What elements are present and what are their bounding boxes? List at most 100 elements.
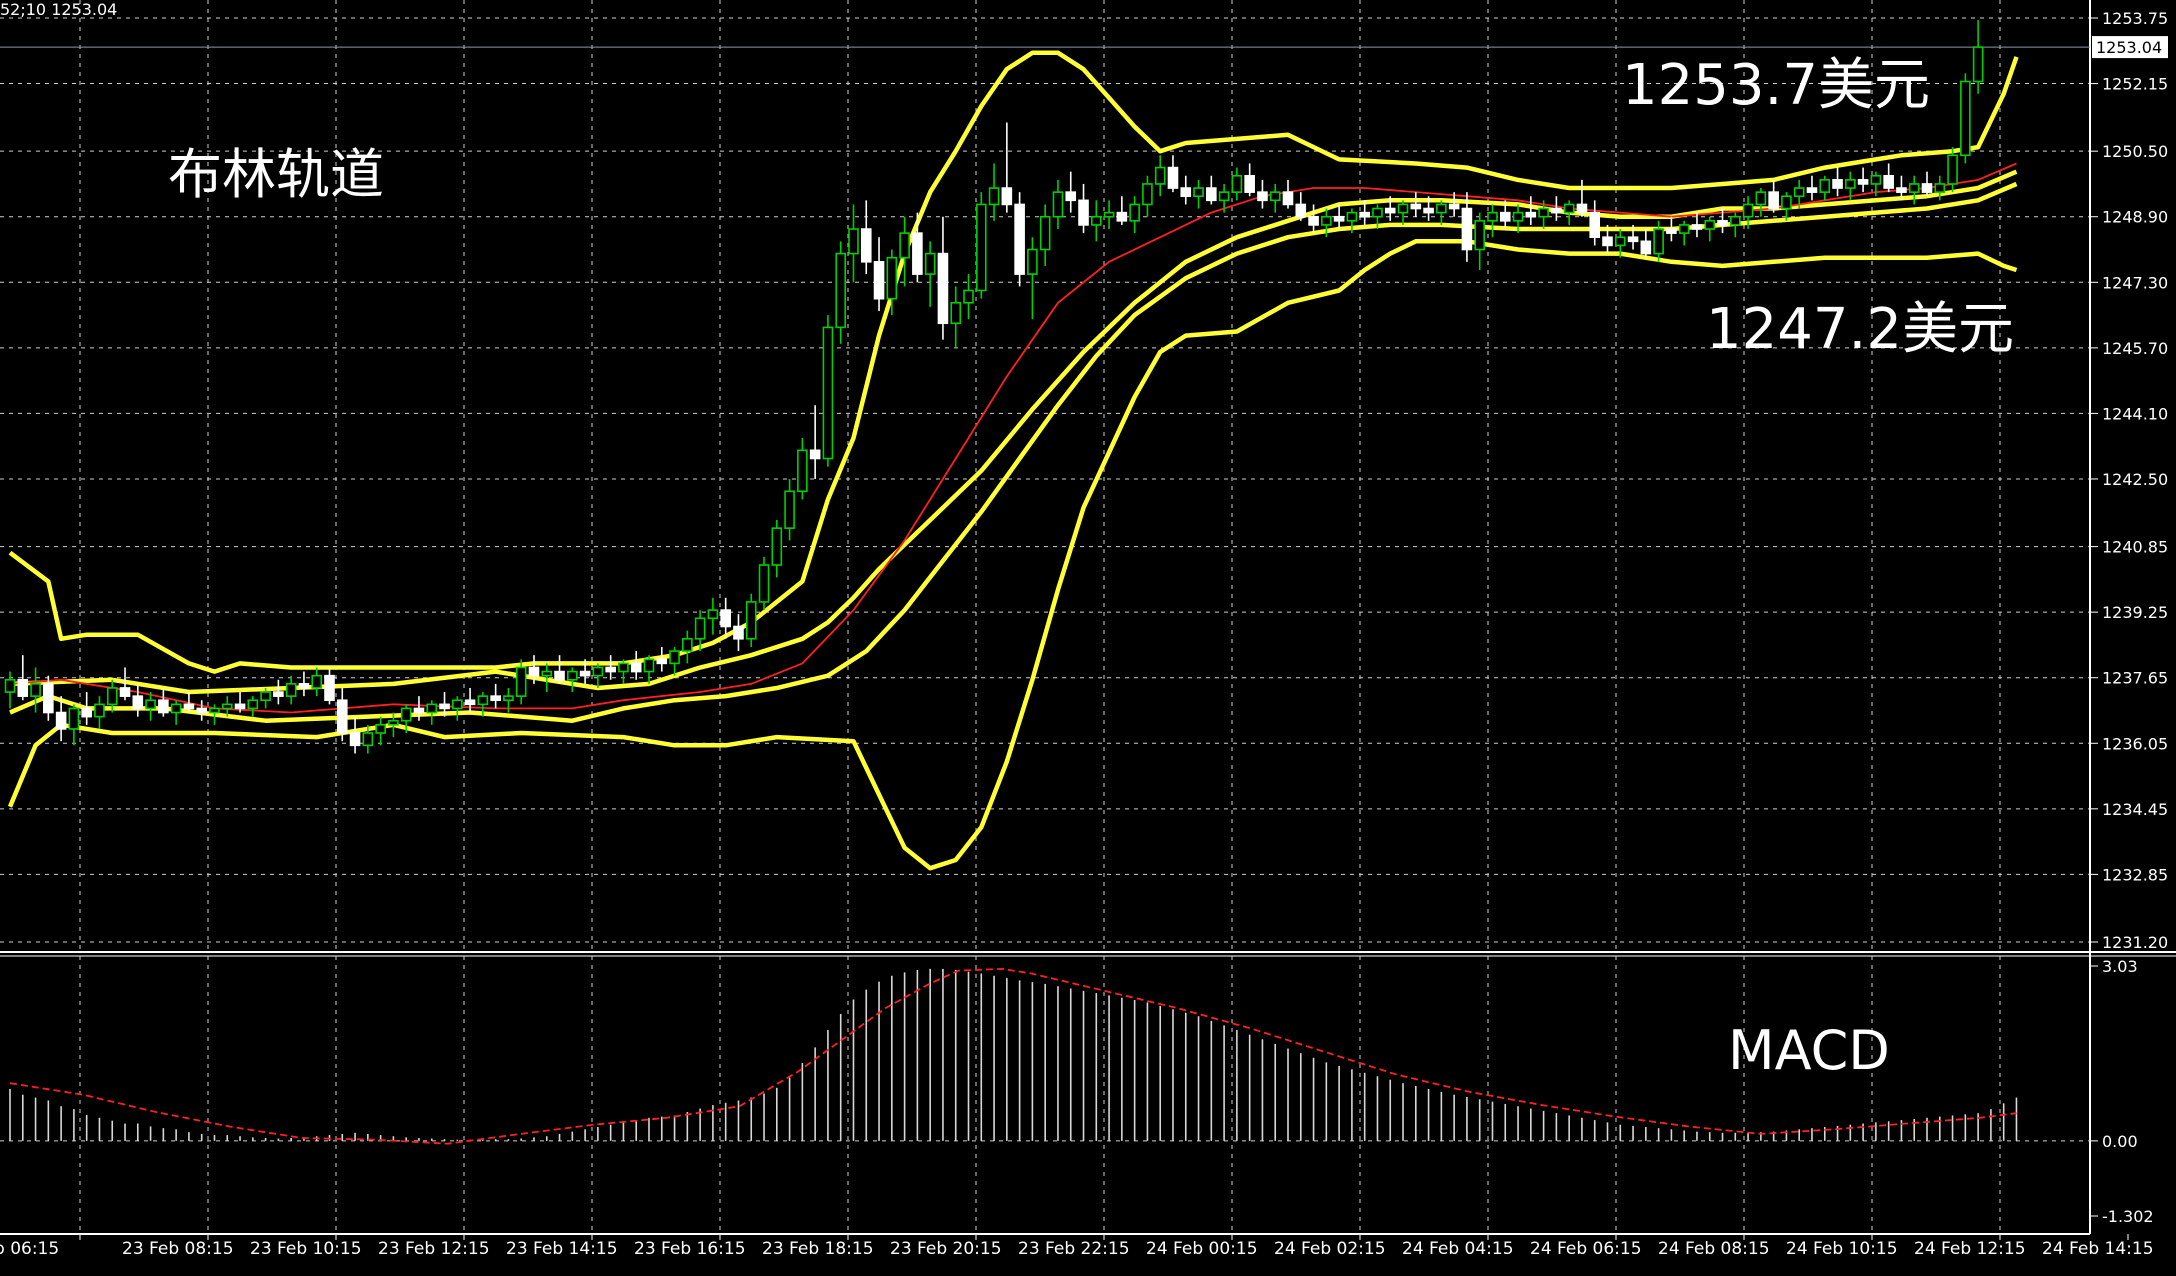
candle-body	[528, 666, 540, 677]
candle-body	[94, 703, 105, 718]
candle-body	[1512, 211, 1524, 222]
candle-body	[375, 724, 386, 734]
price-tick-label: 1248.90	[2102, 208, 2168, 227]
time-tick-label: 23 Feb 18:15	[762, 1239, 874, 1259]
price-tick-label: 1237.65	[2102, 669, 2168, 688]
candle-body	[694, 617, 706, 640]
candle-body	[388, 719, 399, 726]
candle-body	[1052, 191, 1064, 218]
candle-body	[1640, 240, 1652, 255]
candle-body	[324, 674, 335, 702]
candle-body	[988, 187, 1000, 206]
candle-body	[745, 601, 757, 640]
candle-body	[682, 637, 693, 652]
candle-body	[1001, 187, 1013, 206]
candle-body	[630, 662, 642, 673]
candle-body	[1193, 187, 1204, 198]
price-tick-label: 1245.70	[2102, 339, 2168, 358]
candle-body	[1857, 179, 1869, 185]
candle-body	[1206, 187, 1217, 202]
time-tick-label: 24 Feb 08:15	[1658, 1239, 1770, 1259]
candle-body	[400, 707, 412, 722]
macd-title: MACD	[1728, 1019, 1890, 1082]
time-tick-label: 23 Feb 08:15	[122, 1239, 234, 1259]
price-tick-label: 1244.10	[2102, 404, 2168, 423]
candle-body	[1525, 211, 1537, 218]
candle-body	[963, 289, 974, 304]
candle-body	[1627, 236, 1639, 243]
candle-body	[567, 670, 578, 681]
candle-body	[1359, 211, 1370, 218]
candle-body	[1410, 203, 1422, 210]
candle	[1014, 192, 1025, 287]
candle-body	[707, 609, 719, 620]
candle-body	[1091, 215, 1102, 226]
candle-body	[503, 695, 514, 702]
candle	[758, 556, 770, 611]
price-tick-label: 1236.05	[2102, 734, 2168, 753]
candle-body	[1883, 174, 1894, 189]
candle-body	[848, 228, 859, 255]
time-tick-label: 24 Feb 12:15	[1914, 1239, 2026, 1259]
candle-body	[81, 707, 92, 718]
candle-body	[362, 732, 374, 747]
candle-body	[234, 703, 246, 710]
candle-body	[490, 695, 501, 702]
candle-body	[1666, 228, 1677, 234]
candle-body	[1244, 174, 1255, 193]
candle-body	[1691, 224, 1703, 230]
candle-body	[1436, 203, 1447, 214]
macd-tick-label: 3.03	[2102, 957, 2138, 976]
candle-body	[1960, 80, 1971, 157]
candle-body	[733, 625, 744, 640]
candle-body	[119, 687, 131, 697]
price-tick-label: 1247.30	[2102, 273, 2168, 292]
candle-body	[1218, 191, 1230, 202]
candle-body	[1602, 236, 1613, 247]
lower-band-note: 1247.2美元	[1706, 297, 2014, 362]
candle-body	[1576, 203, 1588, 214]
candle-body	[1870, 174, 1882, 185]
candle-body	[1653, 228, 1664, 255]
candle-body	[873, 261, 885, 300]
candle-body	[1154, 166, 1166, 185]
candle-body	[1129, 203, 1140, 222]
candle-body	[1563, 203, 1575, 214]
candle-body	[1474, 220, 1485, 251]
candle-body	[1078, 199, 1089, 226]
price-tick-label: 1242.50	[2102, 470, 2168, 489]
candle-body	[1589, 211, 1601, 239]
candle-body	[822, 326, 834, 460]
candle-body	[579, 670, 591, 677]
candle-body	[1257, 191, 1268, 202]
candle-body	[1499, 211, 1511, 222]
candle-body	[4, 678, 16, 693]
candle-body	[1269, 191, 1281, 202]
candle-body	[1142, 183, 1153, 206]
candle-body	[1806, 187, 1818, 193]
candle-body	[451, 699, 463, 710]
candle-body	[1103, 211, 1115, 218]
candle-body	[1461, 207, 1473, 251]
candle-body	[1231, 174, 1243, 193]
candle-body	[886, 256, 898, 300]
time-tick-label: b 06:15	[0, 1239, 59, 1259]
candle-body	[860, 228, 872, 263]
candle-body	[1845, 179, 1856, 189]
candle-body	[1678, 224, 1690, 234]
candle-body	[1755, 191, 1767, 206]
candle	[975, 192, 987, 299]
time-tick-label: 24 Feb 06:15	[1530, 1239, 1642, 1259]
candle-body	[426, 703, 438, 714]
upper-band-note: 1253.7美元	[1622, 53, 1930, 118]
candle-body	[1793, 187, 1805, 198]
candle-body	[1538, 207, 1549, 218]
candle-body	[1781, 195, 1792, 210]
candle-body	[924, 252, 936, 275]
time-tick-label: 23 Feb 22:15	[1018, 1239, 1130, 1259]
candle-body	[273, 691, 284, 697]
candle-body	[541, 670, 553, 677]
candle-body	[349, 732, 361, 747]
price-tick-label: 1252.15	[2102, 75, 2168, 94]
candle-body	[1717, 220, 1728, 226]
